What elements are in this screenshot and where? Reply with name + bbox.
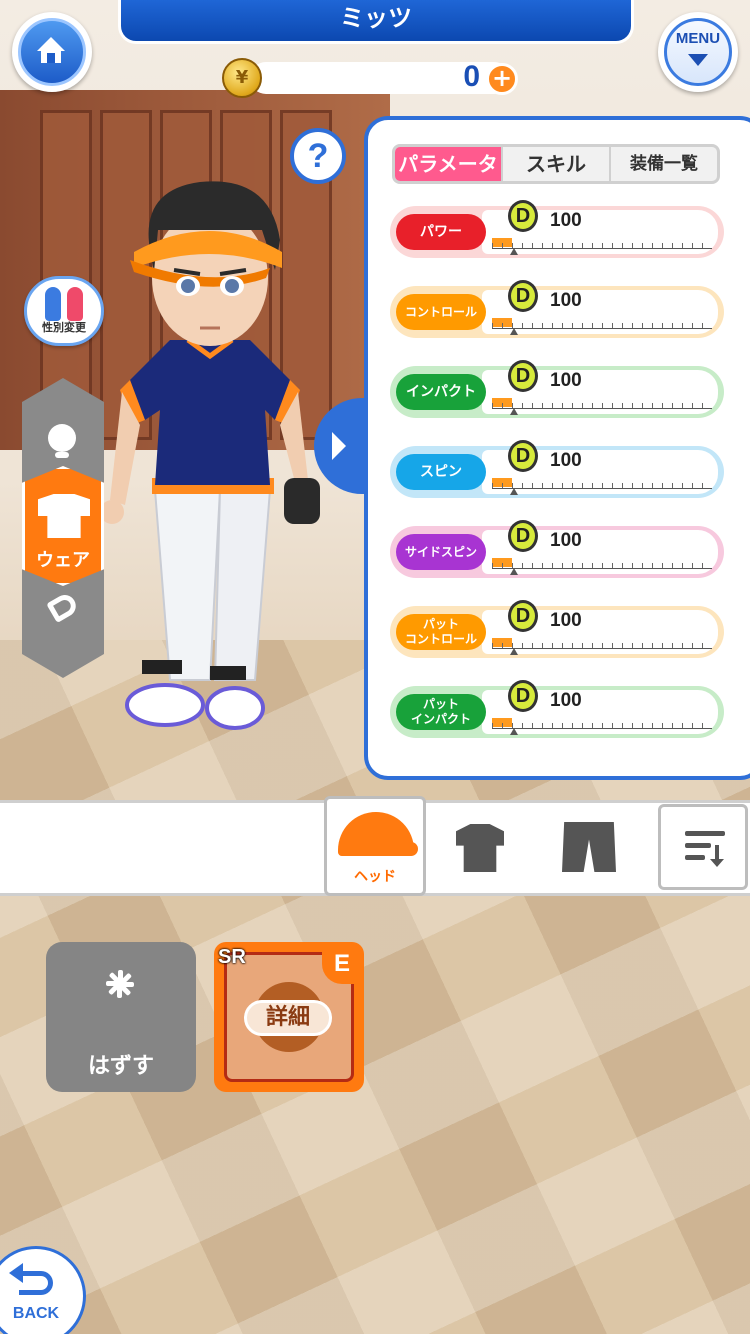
stat-value: 100 <box>550 690 582 711</box>
stat-rank-badge: D <box>508 200 538 232</box>
back-label: BACK <box>12 1305 60 1322</box>
category-head-label: ヘッド <box>354 869 396 885</box>
stat-gauge <box>492 643 712 649</box>
tab-equipment-list[interactable]: 装備一覧 <box>611 147 717 181</box>
equipped-head-item[interactable]: 詳細 SR E <box>214 942 364 1092</box>
player-avatar[interactable] <box>70 160 350 760</box>
home-icon <box>18 18 86 86</box>
stat-gauge <box>492 323 712 329</box>
stat-rank-badge: D <box>508 680 538 712</box>
stat-marker <box>510 328 518 335</box>
stat-marker <box>510 568 518 575</box>
menu-label: MENU <box>675 30 721 47</box>
stat-value: 100 <box>550 450 582 471</box>
change-gender-button[interactable]: 性別変更 <box>24 276 104 346</box>
stat-row: コントロール D 100 <box>390 280 724 338</box>
stat-value: 100 <box>550 210 582 231</box>
stat-row: パット インパクト D 100 <box>390 680 724 738</box>
stat-gauge <box>492 483 712 489</box>
menu-button[interactable]: MENU <box>658 12 738 92</box>
tab-skills[interactable]: スキル <box>503 147 611 181</box>
stat-row: インパクト D 100 <box>390 360 724 418</box>
female-icon <box>67 287 83 321</box>
tab-parameters[interactable]: パラメータ <box>395 147 503 181</box>
stat-gauge <box>492 403 712 409</box>
stat-label: パワー <box>396 214 486 250</box>
stat-gauge <box>492 243 712 249</box>
stat-label: パット インパクト <box>396 694 486 730</box>
stat-gauge <box>492 563 712 569</box>
chevron-down-icon <box>688 54 708 66</box>
stat-rank-badge: D <box>508 600 538 632</box>
sort-button[interactable] <box>658 804 748 890</box>
stat-marker <box>510 728 518 735</box>
stat-rank-badge: D <box>508 360 538 392</box>
help-button[interactable]: ? <box>290 128 346 184</box>
male-icon <box>45 287 61 321</box>
stat-label: パット コントロール <box>396 614 486 650</box>
stat-label: サイドスピン <box>396 534 486 570</box>
stat-label: インパクト <box>396 374 486 410</box>
stat-row: パワー D 100 <box>390 200 724 258</box>
change-gender-label: 性別変更 <box>42 321 86 334</box>
stat-gauge <box>492 723 712 729</box>
stat-row: パット コントロール D 100 <box>390 600 724 658</box>
add-coins-button[interactable]: + <box>486 63 518 95</box>
home-button[interactable] <box>12 12 92 92</box>
stat-value: 100 <box>550 370 582 391</box>
wear-tab-label: ウェア <box>36 550 90 571</box>
stat-label: コントロール <box>396 294 486 330</box>
stat-value: 100 <box>550 610 582 631</box>
face-icon[interactable] <box>48 424 76 458</box>
stat-marker <box>510 248 518 255</box>
unequip-label: はずす <box>87 1054 154 1079</box>
rarity-badge: SR <box>218 946 246 968</box>
stat-label: スピン <box>396 454 486 490</box>
stat-rank-badge: D <box>508 280 538 312</box>
stat-row: スピン D 100 <box>390 440 724 498</box>
stat-value: 100 <box>550 530 582 551</box>
stat-rank-badge: D <box>508 440 538 472</box>
stat-marker <box>510 488 518 495</box>
sort-icon <box>685 831 725 836</box>
stats-tabs: パラメータ スキル 装備一覧 <box>392 144 720 184</box>
equipped-badge: E <box>322 944 362 984</box>
stat-rank-badge: D <box>508 520 538 552</box>
player-name-title: ミッツ <box>118 0 634 44</box>
back-arrow-icon <box>19 1271 53 1295</box>
stat-marker <box>510 648 518 655</box>
coin-count: 0 <box>463 60 480 93</box>
unequip-button[interactable]: はずす <box>46 942 196 1092</box>
stat-marker <box>510 408 518 415</box>
stat-row: サイドスピン D 100 <box>390 520 724 578</box>
coin-icon: ¥ <box>222 58 262 98</box>
item-detail-button[interactable]: 詳細 <box>244 1000 332 1036</box>
stat-value: 100 <box>550 290 582 311</box>
